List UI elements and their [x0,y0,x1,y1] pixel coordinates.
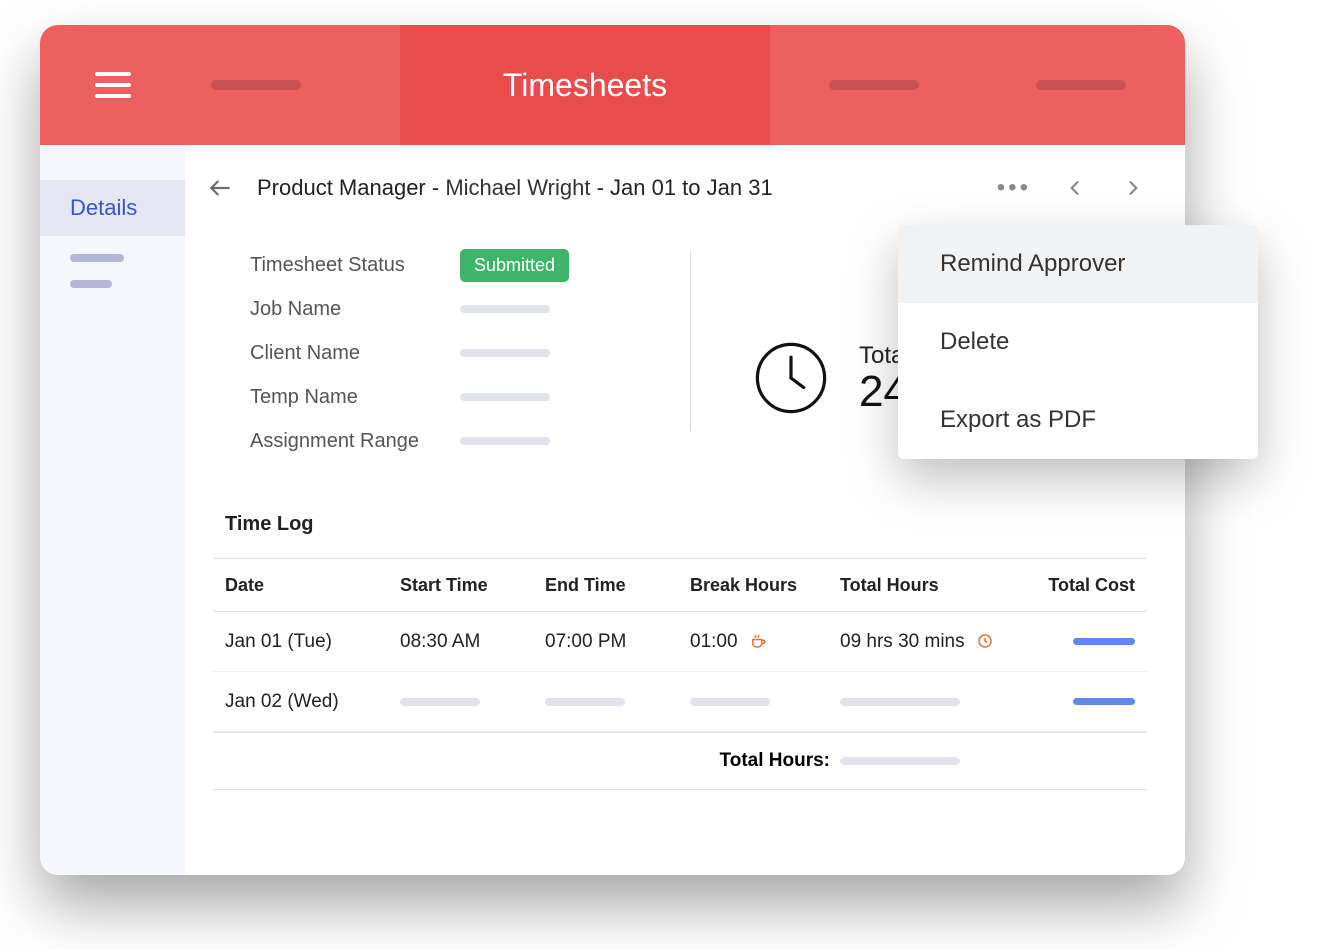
col-cost: Total Cost [1035,575,1135,596]
app-header: Timesheets [40,25,1185,145]
cell-date: Jan 02 (Wed) [225,691,400,713]
cell-start: 08:30 AM [400,631,545,653]
crumb-person: Michael Wright [445,175,590,200]
cell-date: Jan 01 (Tue) [225,631,400,653]
next-icon[interactable] [1119,174,1147,202]
header-title: Timesheets [503,67,667,104]
action-remind-approver[interactable]: Remind Approver [898,225,1258,303]
footer-label: Total Hours: [690,750,840,772]
value-placeholder [460,305,550,313]
sidebar-placeholder [70,254,124,262]
sidebar: Details [40,145,185,875]
section-title: Time Log [225,513,1147,536]
cell-break: 01:00 [690,631,840,653]
label-status: Timesheet Status [250,254,460,277]
cell-start [400,698,545,706]
table-row[interactable]: Jan 01 (Tue) 08:30 AM 07:00 PM 01:00 09 … [213,612,1147,672]
label-temp: Temp Name [250,386,460,409]
col-start: Start Time [400,575,545,596]
col-date: Date [225,575,400,596]
header-placeholder [829,80,919,90]
back-arrow-icon[interactable] [205,173,235,203]
label-client: Client Name [250,342,460,365]
info-fields: Timesheet Status Submitted Job Name Clie… [250,243,660,463]
header-placeholder [211,80,301,90]
crumb-role: Product Manager [257,175,426,200]
label-job: Job Name [250,298,460,321]
action-delete[interactable]: Delete [898,303,1258,381]
status-badge: Submitted [460,249,569,282]
clock-icon [751,338,831,418]
label-range: Assignment Range [250,430,460,453]
value-placeholder [460,437,550,445]
time-log-table: Date Start Time End Time Break Hours Tot… [213,558,1147,790]
cell-cost [1035,698,1135,705]
header-placeholder [1036,80,1126,90]
cell-total: 09 hrs 30 mins [840,631,1035,653]
divider [690,251,691,431]
col-break: Break Hours [690,575,840,596]
footer-value-placeholder [840,757,1035,765]
menu-icon[interactable] [95,72,131,98]
prev-icon[interactable] [1061,174,1089,202]
cell-cost [1035,638,1135,645]
crumb-range: Jan 01 to Jan 31 [610,175,773,200]
clock-small-icon [976,632,994,650]
breadcrumb: Product Manager - Michael Wright - Jan 0… [257,175,773,201]
more-icon[interactable]: ••• [997,174,1031,202]
table-header: Date Start Time End Time Break Hours Tot… [213,558,1147,612]
table-footer: Total Hours: [213,732,1147,790]
value-placeholder [460,349,550,357]
cell-end [545,698,690,706]
coffee-icon [749,632,767,650]
sidebar-placeholder [70,280,112,288]
value-placeholder [460,393,550,401]
cell-total [840,698,1035,706]
sidebar-item-label: Details [70,195,137,221]
actions-popover: Remind Approver Delete Export as PDF [898,225,1258,459]
col-end: End Time [545,575,690,596]
cell-end: 07:00 PM [545,631,690,653]
action-export-pdf[interactable]: Export as PDF [898,381,1258,459]
total-hours-block: Total 24 [721,243,910,463]
sidebar-item-details[interactable]: Details [40,180,185,236]
col-total: Total Hours [840,575,1035,596]
cell-break [690,698,840,706]
table-row[interactable]: Jan 02 (Wed) [213,672,1147,732]
